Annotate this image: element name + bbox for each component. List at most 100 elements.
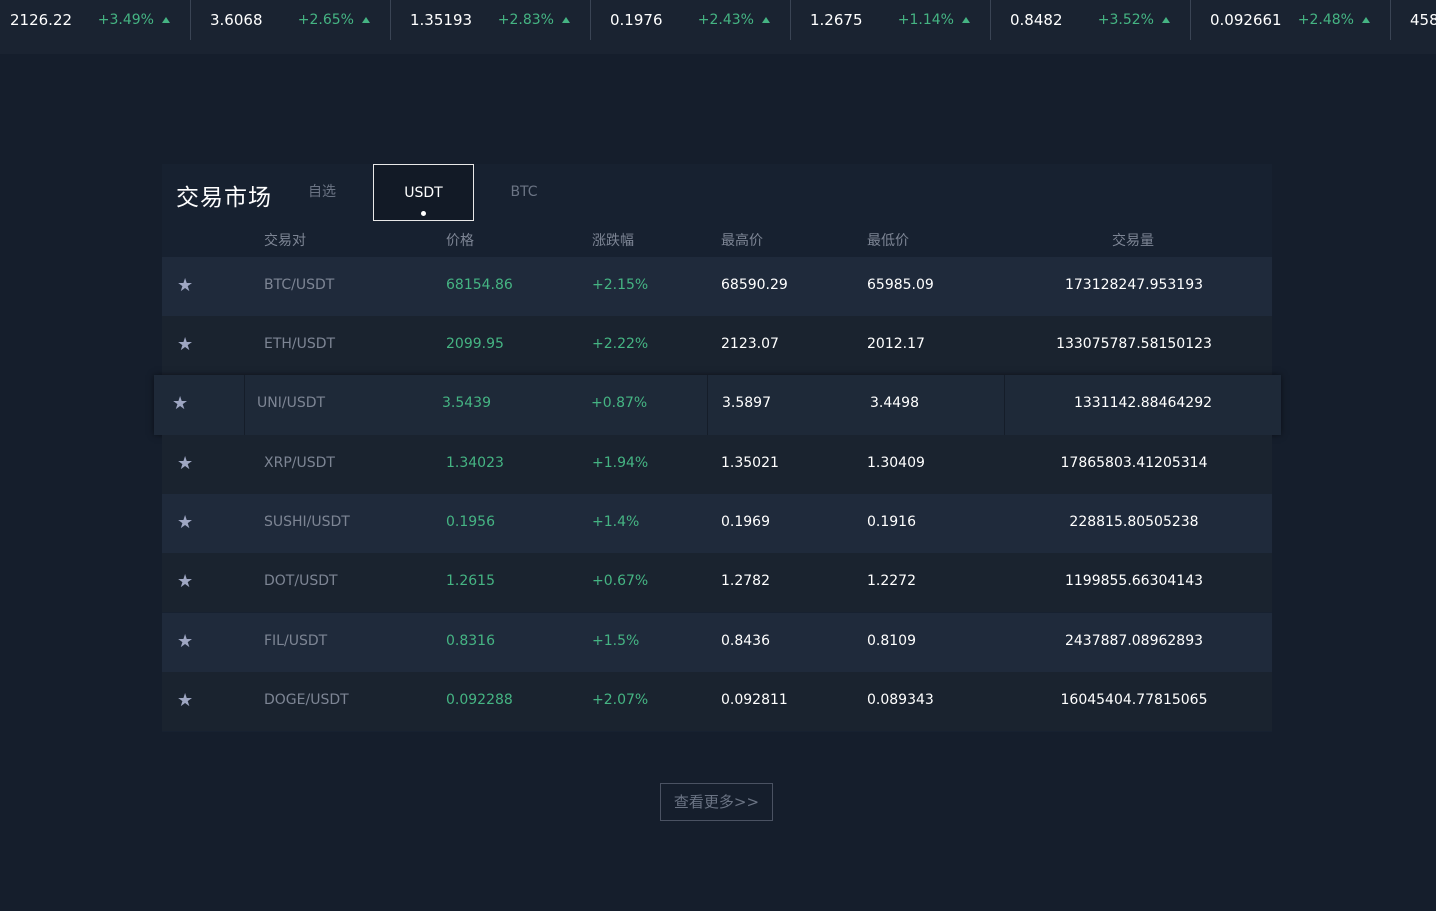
price-cell: 0.092288 bbox=[446, 692, 513, 708]
tab-btc[interactable]: BTC bbox=[504, 164, 544, 221]
arrow-up-icon bbox=[562, 17, 570, 23]
table-row[interactable]: ★ ETH/USDT 2099.95 +2.22% 2123.07 2012.1… bbox=[162, 316, 1272, 375]
change-cell: +1.5% bbox=[592, 633, 640, 649]
change-cell: +0.87% bbox=[591, 395, 648, 411]
low-cell: 0.089343 bbox=[867, 692, 934, 708]
high-cell: 68590.29 bbox=[721, 277, 788, 293]
arrow-up-icon bbox=[162, 17, 170, 23]
table-row[interactable]: ★ BTC/USDT 68154.86 +2.15% 68590.29 6598… bbox=[162, 257, 1272, 316]
ticker-price: 458 bbox=[1410, 11, 1436, 29]
ticker-price: 3.6068 bbox=[210, 11, 263, 29]
column-header-low[interactable]: 最低价 bbox=[867, 230, 909, 250]
price-cell: 1.2615 bbox=[446, 573, 495, 589]
change-cell: +1.4% bbox=[592, 514, 640, 530]
arrow-up-icon bbox=[762, 17, 770, 23]
ticker-item[interactable]: 1.35193 +2.83% bbox=[391, 0, 591, 40]
table-row[interactable]: ★ FIL/USDT 0.8316 +1.5% 0.8436 0.8109 24… bbox=[162, 613, 1272, 672]
table-row[interactable]: ★ SUSHI/USDT 0.1956 +1.4% 0.1969 0.1916 … bbox=[162, 494, 1272, 553]
ticker-item[interactable]: 3.6068 +2.65% bbox=[191, 0, 391, 40]
cell-divider bbox=[244, 375, 245, 435]
volume-cell: 1331142.88464292 bbox=[1073, 395, 1213, 411]
high-cell: 2123.07 bbox=[721, 336, 779, 352]
view-more-button[interactable]: 查看更多>> bbox=[660, 783, 773, 821]
star-icon[interactable]: ★ bbox=[177, 514, 195, 532]
ticker-item[interactable]: 0.092661 +2.48% bbox=[1191, 0, 1391, 40]
change-cell: +0.67% bbox=[592, 573, 649, 589]
pair-cell: ETH/USDT bbox=[264, 336, 336, 352]
high-cell: 0.1969 bbox=[721, 514, 770, 530]
low-cell: 65985.09 bbox=[867, 277, 934, 293]
star-icon[interactable]: ★ bbox=[177, 336, 195, 354]
volume-cell: 133075787.58150123 bbox=[1056, 336, 1212, 352]
star-icon[interactable]: ★ bbox=[177, 455, 195, 473]
table-row[interactable]: ★ DOT/USDT 1.2615 +0.67% 1.2782 1.2272 1… bbox=[162, 553, 1272, 612]
column-header-high[interactable]: 最高价 bbox=[721, 230, 763, 250]
ticker-change: +3.49% bbox=[97, 12, 154, 28]
ticker-item[interactable]: 2126.22 +3.49% bbox=[0, 0, 191, 40]
ticker-change: +2.43% bbox=[697, 12, 754, 28]
price-cell: 2099.95 bbox=[446, 336, 504, 352]
pair-cell: BTC/USDT bbox=[264, 277, 335, 293]
ticker-change: +2.48% bbox=[1297, 12, 1354, 28]
ticker-price: 2126.22 bbox=[10, 11, 73, 29]
volume-cell: 16045404.77815065 bbox=[1060, 692, 1208, 708]
low-cell: 0.1916 bbox=[867, 514, 916, 530]
pair-cell: UNI/USDT bbox=[257, 395, 326, 411]
arrow-up-icon bbox=[962, 17, 970, 23]
column-header-price[interactable]: 价格 bbox=[446, 230, 474, 250]
page-title: 交易市场 bbox=[176, 185, 272, 211]
price-cell: 0.8316 bbox=[446, 633, 495, 649]
trading-market-panel: 交易市场 自选 USDT BTC 交易对 价格 涨跌幅 最高价 最低价 交易量 … bbox=[154, 164, 1281, 732]
high-cell: 0.092811 bbox=[721, 692, 788, 708]
ticker-change: +2.65% bbox=[297, 12, 354, 28]
ticker-item[interactable]: 1.2675 +1.14% bbox=[791, 0, 991, 40]
star-icon[interactable]: ★ bbox=[177, 573, 195, 591]
column-header-change[interactable]: 涨跌幅 bbox=[592, 230, 634, 250]
ticker-price: 1.2675 bbox=[810, 11, 863, 29]
change-cell: +2.07% bbox=[592, 692, 649, 708]
ticker-item[interactable]: 0.8482 +3.52% bbox=[991, 0, 1191, 40]
table-row[interactable]: ★ DOGE/USDT 0.092288 +2.07% 0.092811 0.0… bbox=[162, 672, 1272, 731]
price-cell: 0.1956 bbox=[446, 514, 495, 530]
ticker-item[interactable]: 0.1976 +2.43% bbox=[591, 0, 791, 40]
cell-divider bbox=[1004, 375, 1005, 435]
ticker-item[interactable]: 458 bbox=[1391, 0, 1436, 40]
pair-cell: DOGE/USDT bbox=[264, 692, 349, 708]
change-cell: +2.22% bbox=[592, 336, 649, 352]
column-header-volume[interactable]: 交易量 bbox=[1112, 230, 1154, 250]
volume-cell: 17865803.41205314 bbox=[1060, 455, 1208, 471]
ticker-price: 1.35193 bbox=[410, 11, 473, 29]
price-cell: 1.34023 bbox=[446, 455, 504, 471]
tab-usdt[interactable]: USDT bbox=[373, 164, 474, 221]
arrow-up-icon bbox=[1362, 17, 1370, 23]
volume-cell: 2437887.08962893 bbox=[1064, 633, 1204, 649]
low-cell: 3.4498 bbox=[870, 395, 919, 411]
price-cell: 68154.86 bbox=[446, 277, 513, 293]
high-cell: 1.35021 bbox=[721, 455, 779, 471]
arrow-up-icon bbox=[362, 17, 370, 23]
pair-cell: FIL/USDT bbox=[264, 633, 328, 649]
high-cell: 0.8436 bbox=[721, 633, 770, 649]
column-header-pair[interactable]: 交易对 bbox=[264, 230, 306, 250]
star-icon[interactable]: ★ bbox=[172, 395, 190, 413]
cell-divider bbox=[707, 375, 708, 435]
pair-cell: XRP/USDT bbox=[264, 455, 335, 471]
low-cell: 2012.17 bbox=[867, 336, 925, 352]
arrow-up-icon bbox=[1162, 17, 1170, 23]
change-cell: +2.15% bbox=[592, 277, 649, 293]
high-cell: 3.5897 bbox=[722, 395, 771, 411]
price-cell: 3.5439 bbox=[442, 395, 491, 411]
low-cell: 1.30409 bbox=[867, 455, 925, 471]
star-icon[interactable]: ★ bbox=[177, 692, 195, 710]
ticker-price: 0.8482 bbox=[1010, 11, 1063, 29]
star-icon[interactable]: ★ bbox=[177, 633, 195, 651]
high-cell: 1.2782 bbox=[721, 573, 770, 589]
table-row[interactable]: ★ XRP/USDT 1.34023 +1.94% 1.35021 1.3040… bbox=[162, 435, 1272, 494]
star-icon[interactable]: ★ bbox=[177, 277, 195, 295]
table-row[interactable]: ★ UNI/USDT 3.5439 +0.87% 3.5897 3.4498 1… bbox=[154, 375, 1281, 435]
volume-cell: 173128247.953193 bbox=[1064, 277, 1204, 293]
ticker-price: 0.092661 bbox=[1210, 11, 1282, 29]
volume-cell: 1199855.66304143 bbox=[1064, 573, 1204, 589]
tab-favorites[interactable]: 自选 bbox=[302, 164, 342, 221]
low-cell: 1.2272 bbox=[867, 573, 916, 589]
